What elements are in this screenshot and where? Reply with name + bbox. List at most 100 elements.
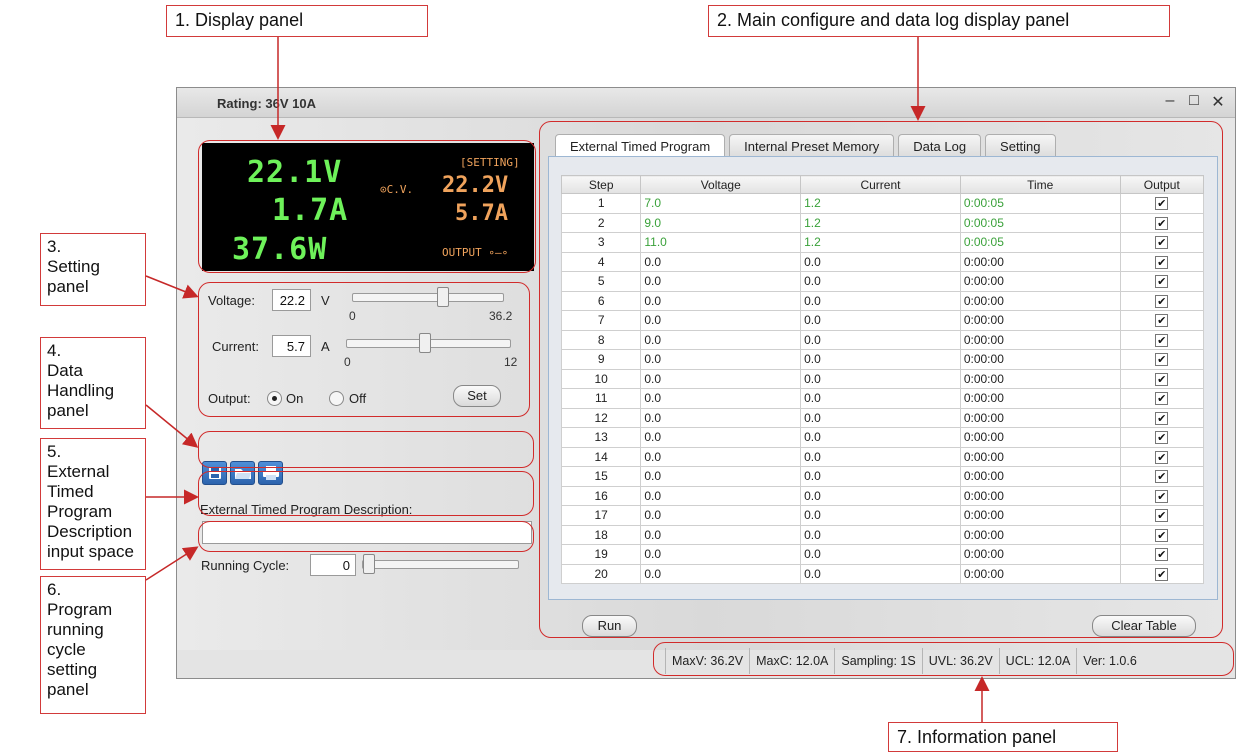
output-checkbox[interactable]: ✔ [1155, 431, 1169, 445]
output-checkbox[interactable]: ✔ [1155, 470, 1169, 484]
time-cell[interactable]: 0:00:00 [959, 329, 1121, 350]
current-cell[interactable]: 0.0 [800, 446, 961, 467]
table-row[interactable]: 9 0.0 0.0 0:00:00 ✔ [560, 349, 1205, 370]
current-cell[interactable]: 0.0 [800, 329, 961, 350]
voltage-cell[interactable]: 0.0 [640, 466, 802, 487]
step-cell[interactable]: 11 [560, 388, 642, 409]
description-input[interactable] [202, 521, 532, 544]
table-row[interactable]: 11 0.0 0.0 0:00:00 ✔ [560, 388, 1205, 409]
voltage-cell[interactable]: 0.0 [640, 446, 802, 467]
maximize-icon[interactable]: □ [1187, 92, 1201, 112]
output-checkbox[interactable]: ✔ [1155, 567, 1169, 581]
current-cell[interactable]: 0.0 [800, 563, 961, 584]
output-checkbox[interactable]: ✔ [1155, 450, 1169, 464]
step-cell[interactable]: 13 [560, 427, 642, 448]
output-checkbox[interactable]: ✔ [1155, 275, 1169, 289]
current-cell[interactable]: 0.0 [800, 290, 961, 311]
output-checkbox[interactable]: ✔ [1155, 411, 1169, 425]
step-cell[interactable]: 6 [560, 290, 642, 311]
step-cell[interactable]: 9 [560, 349, 642, 370]
current-cell[interactable]: 0.0 [800, 251, 961, 272]
time-cell[interactable]: 0:00:00 [959, 310, 1121, 331]
table-row[interactable]: 12 0.0 0.0 0:00:00 ✔ [560, 407, 1205, 428]
time-cell[interactable]: 0:00:00 [959, 427, 1121, 448]
current-cell[interactable]: 1.2 [800, 193, 961, 214]
time-cell[interactable]: 0:00:00 [959, 407, 1121, 428]
table-row[interactable]: 7 0.0 0.0 0:00:00 ✔ [560, 310, 1205, 331]
output-checkbox[interactable]: ✔ [1155, 236, 1169, 250]
table-row[interactable]: 1 7.0 1.2 0:00:05 ✔ [560, 193, 1205, 214]
table-row[interactable]: 19 0.0 0.0 0:00:00 ✔ [560, 544, 1205, 565]
output-checkbox[interactable]: ✔ [1155, 294, 1169, 308]
clear-table-button[interactable]: Clear Table [1092, 615, 1196, 637]
table-row[interactable]: 18 0.0 0.0 0:00:00 ✔ [560, 524, 1205, 545]
voltage-cell[interactable]: 0.0 [640, 388, 802, 409]
table-row[interactable]: 3 11.0 1.2 0:00:05 ✔ [560, 232, 1205, 253]
output-checkbox[interactable]: ✔ [1155, 489, 1169, 503]
voltage-cell[interactable]: 0.0 [640, 563, 802, 584]
tab-data-log[interactable]: Data Log [898, 134, 982, 157]
running-cycle-thumb[interactable] [363, 554, 375, 574]
current-cell[interactable]: 0.0 [800, 544, 961, 565]
time-cell[interactable]: 0:00:00 [959, 544, 1121, 565]
save-icon[interactable] [202, 461, 227, 485]
output-checkbox[interactable]: ✔ [1155, 216, 1169, 230]
time-cell[interactable]: 0:00:00 [959, 485, 1121, 506]
table-row[interactable]: 4 0.0 0.0 0:00:00 ✔ [560, 251, 1205, 272]
voltage-cell[interactable]: 7.0 [640, 193, 802, 214]
current-cell[interactable]: 0.0 [800, 349, 961, 370]
running-cycle-slider[interactable] [362, 554, 519, 574]
voltage-cell[interactable]: 9.0 [640, 212, 802, 233]
voltage-cell[interactable]: 0.0 [640, 271, 802, 292]
time-cell[interactable]: 0:00:05 [959, 212, 1121, 233]
step-cell[interactable]: 19 [560, 544, 642, 565]
step-cell[interactable]: 3 [560, 232, 642, 253]
step-cell[interactable]: 5 [560, 271, 642, 292]
step-cell[interactable]: 17 [560, 505, 642, 526]
print-icon[interactable] [258, 461, 283, 485]
table-row[interactable]: 6 0.0 0.0 0:00:00 ✔ [560, 290, 1205, 311]
time-cell[interactable]: 0:00:05 [959, 193, 1121, 214]
step-cell[interactable]: 14 [560, 446, 642, 467]
time-cell[interactable]: 0:00:00 [959, 505, 1121, 526]
voltage-cell[interactable]: 0.0 [640, 544, 802, 565]
tab-setting[interactable]: Setting [985, 134, 1056, 157]
output-checkbox[interactable]: ✔ [1155, 372, 1169, 386]
current-cell[interactable]: 0.0 [800, 368, 961, 389]
step-cell[interactable]: 18 [560, 524, 642, 545]
table-row[interactable]: 20 0.0 0.0 0:00:00 ✔ [560, 563, 1205, 584]
voltage-cell[interactable]: 0.0 [640, 524, 802, 545]
output-checkbox[interactable]: ✔ [1155, 528, 1169, 542]
time-cell[interactable]: 0:00:05 [959, 232, 1121, 253]
time-cell[interactable]: 0:00:00 [959, 349, 1121, 370]
step-cell[interactable]: 20 [560, 563, 642, 584]
table-row[interactable]: 17 0.0 0.0 0:00:00 ✔ [560, 505, 1205, 526]
voltage-cell[interactable]: 0.0 [640, 329, 802, 350]
step-cell[interactable]: 15 [560, 466, 642, 487]
output-checkbox[interactable]: ✔ [1155, 197, 1169, 211]
current-cell[interactable]: 0.0 [800, 388, 961, 409]
voltage-cell[interactable]: 0.0 [640, 485, 802, 506]
step-cell[interactable]: 4 [560, 251, 642, 272]
run-button[interactable]: Run [582, 615, 637, 637]
table-row[interactable]: 8 0.0 0.0 0:00:00 ✔ [560, 329, 1205, 350]
step-cell[interactable]: 8 [560, 329, 642, 350]
current-cell[interactable]: 0.0 [800, 505, 961, 526]
tab-external-timed-program[interactable]: External Timed Program [555, 134, 726, 157]
output-on-radio[interactable] [267, 391, 282, 406]
current-slider-track[interactable] [346, 333, 511, 353]
step-cell[interactable]: 1 [560, 193, 642, 214]
output-checkbox[interactable]: ✔ [1155, 255, 1169, 269]
voltage-cell[interactable]: 0.0 [640, 290, 802, 311]
voltage-cell[interactable]: 0.0 [640, 505, 802, 526]
voltage-cell[interactable]: 0.0 [640, 349, 802, 370]
open-folder-icon[interactable] [230, 461, 255, 485]
output-checkbox[interactable]: ✔ [1155, 314, 1169, 328]
voltage-slider-track[interactable] [352, 287, 504, 307]
output-checkbox[interactable]: ✔ [1155, 333, 1169, 347]
time-cell[interactable]: 0:00:00 [959, 466, 1121, 487]
current-cell[interactable]: 0.0 [800, 466, 961, 487]
voltage-cell[interactable]: 11.0 [640, 232, 802, 253]
time-cell[interactable]: 0:00:00 [959, 388, 1121, 409]
time-cell[interactable]: 0:00:00 [959, 271, 1121, 292]
